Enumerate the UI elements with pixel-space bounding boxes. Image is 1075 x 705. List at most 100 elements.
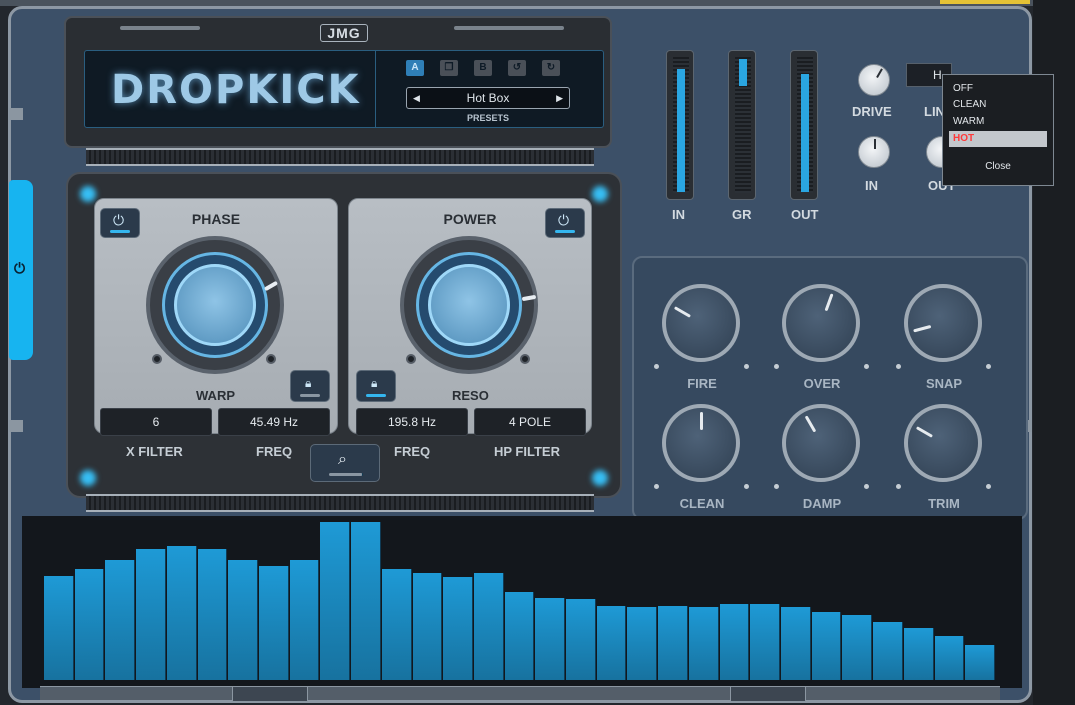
knob-range-dot xyxy=(864,364,869,369)
power-freq-value[interactable]: 195.8 Hz xyxy=(356,408,468,436)
clean-knob-indicator xyxy=(700,412,703,430)
spectrum-bar xyxy=(351,522,381,680)
dropkick-plugin-window: ⏻ JMG DROPKICK A ❐ B ↺ ↻ ◀ Hot Box ▶ PRE… xyxy=(0,0,1075,705)
preset-a-button[interactable]: A xyxy=(406,60,424,76)
trim-knob[interactable] xyxy=(904,404,982,482)
bypass-side-tab[interactable]: ⏻ xyxy=(9,180,33,360)
frame-latch-bottom xyxy=(9,420,23,432)
dropdown-option-off[interactable]: OFF xyxy=(949,81,1047,97)
power-icon: ⏻ xyxy=(558,212,570,228)
preset-b-button[interactable]: B xyxy=(474,60,492,76)
dropdown-option-hot[interactable]: HOT xyxy=(949,131,1047,147)
in-knob-label: IN xyxy=(865,178,878,193)
gr-meter-fill xyxy=(739,59,747,86)
bolt xyxy=(152,354,162,364)
phase-lock-button[interactable]: 🔒︎ xyxy=(290,370,330,402)
bottom-tab-left[interactable] xyxy=(232,686,308,702)
reso-knob[interactable] xyxy=(400,236,538,374)
bolt xyxy=(406,354,416,364)
in-knob[interactable] xyxy=(858,136,890,168)
spectrum-bar xyxy=(596,606,627,680)
phase-power-led xyxy=(110,230,130,233)
grille-bottom xyxy=(86,494,594,512)
preset-name: Hot Box xyxy=(466,91,510,105)
spectrum-bar xyxy=(74,569,105,680)
spectrum-bar xyxy=(781,607,811,680)
phase-freq-value[interactable]: 45.49 Hz xyxy=(218,408,330,436)
spectrum-bar xyxy=(228,560,258,680)
power-freq-label: FREQ xyxy=(394,444,431,459)
spectrum-bar xyxy=(873,622,903,680)
redo-icon[interactable]: ↻ xyxy=(542,60,560,76)
hp-filter-label: HP FILTER xyxy=(494,444,560,459)
spectrum-bar xyxy=(289,560,320,680)
prev-preset-icon[interactable]: ◀ xyxy=(413,88,420,108)
knob-range-dot xyxy=(654,364,659,369)
preset-selector[interactable]: ◀ Hot Box ▶ xyxy=(406,87,570,109)
power-power-button[interactable]: ⏻ xyxy=(545,208,585,238)
copy-icon[interactable]: ❐ xyxy=(440,60,458,76)
trim-knob-label: TRIM xyxy=(928,496,960,511)
clean-knob[interactable] xyxy=(662,404,740,482)
spectrum-bar xyxy=(627,607,658,680)
snap-knob[interactable] xyxy=(904,284,982,362)
preset-section: A ❐ B ↺ ↻ ◀ Hot Box ▶ PRESETS xyxy=(375,51,603,127)
plugin-title: DROPKICK xyxy=(111,67,361,113)
spectrum-bar xyxy=(136,549,166,680)
phase-lock-led xyxy=(300,394,320,397)
damp-knob[interactable] xyxy=(782,404,860,482)
knob-range-dot xyxy=(744,364,749,369)
gr-meter xyxy=(728,50,756,200)
hp-filter-value[interactable]: 4 POLE xyxy=(474,408,586,436)
over-knob-indicator xyxy=(824,293,834,312)
search-button-bar xyxy=(329,473,363,476)
dropdown-option-warm[interactable]: WARM xyxy=(949,114,1047,130)
bottom-rail xyxy=(40,686,1000,700)
spectrum-bar xyxy=(750,604,781,680)
power-lock-led xyxy=(366,394,386,397)
spectrum-bar xyxy=(443,577,473,680)
lock-icon: 🔒︎ xyxy=(305,376,312,390)
undo-icon[interactable]: ↺ xyxy=(508,60,526,76)
dropdown-close-button[interactable]: Close xyxy=(949,161,1047,172)
in-knob-indicator xyxy=(874,139,876,149)
knob-range-dot xyxy=(896,364,901,369)
fire-knob[interactable] xyxy=(662,284,740,362)
brand-logo: JMG xyxy=(320,24,368,42)
power-icon: ⏻ xyxy=(14,260,26,276)
power-lock-button[interactable]: 🔒︎ xyxy=(356,370,396,402)
gr-meter-label: GR xyxy=(732,207,752,222)
spectrum-bar xyxy=(166,546,197,680)
x-filter-label: X FILTER xyxy=(126,444,183,459)
over-knob[interactable] xyxy=(782,284,860,362)
fire-knob-label: FIRE xyxy=(687,376,717,391)
out-meter-fill xyxy=(801,74,809,192)
spectrum-display xyxy=(22,516,1022,688)
snap-knob-label: SNAP xyxy=(925,376,963,391)
phase-power-button[interactable]: ⏻ xyxy=(100,208,140,238)
spectrum-bar xyxy=(105,560,136,680)
spectrum-bar xyxy=(903,628,934,680)
glow-bottom-left xyxy=(80,470,96,486)
search-button[interactable]: ⌕ xyxy=(310,444,380,482)
preset-button-row: A ❐ B ↺ ↻ xyxy=(406,60,560,76)
in-meter-fill xyxy=(677,69,685,192)
warp-label: WARP xyxy=(196,388,235,403)
frame-latch-top xyxy=(9,108,23,120)
lock-icon: 🔒︎ xyxy=(371,376,378,390)
bottom-tab-right[interactable] xyxy=(730,686,806,702)
spectrum-bar xyxy=(504,592,535,680)
knob-range-dot xyxy=(774,484,779,489)
x-filter-value[interactable]: 6 xyxy=(100,408,212,436)
spectrum-bar xyxy=(381,569,412,680)
warp-knob[interactable] xyxy=(146,236,284,374)
fire-knob-indicator xyxy=(673,306,691,318)
drive-knob[interactable] xyxy=(858,64,890,96)
damp-knob-indicator xyxy=(804,415,817,433)
clean-knob-label: CLEAN xyxy=(679,496,725,511)
reso-knob-ring xyxy=(416,252,522,358)
next-preset-icon[interactable]: ▶ xyxy=(556,88,563,108)
dropdown-option-clean[interactable]: CLEAN xyxy=(949,97,1047,113)
presets-label: PRESETS xyxy=(466,113,509,123)
power-power-led xyxy=(555,230,575,233)
